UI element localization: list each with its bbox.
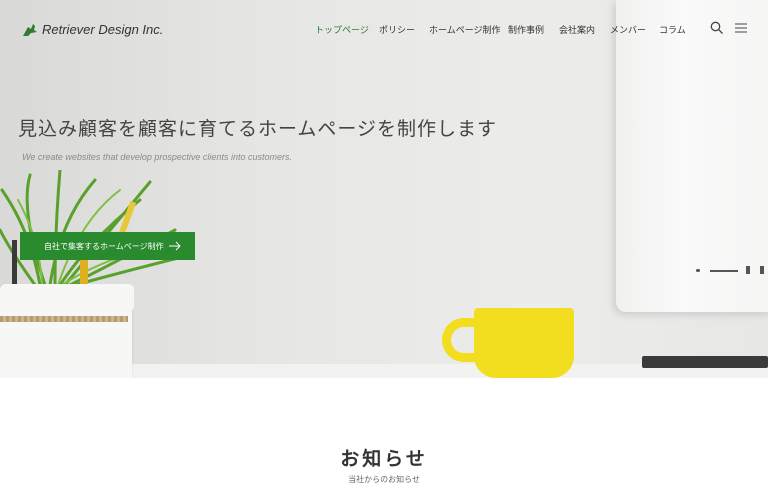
nav-item-web-production[interactable]: ホームページ制作 [429, 23, 501, 36]
plant-pot [0, 284, 132, 378]
nav-item-company[interactable]: 会社案内 [559, 23, 595, 36]
menu-button[interactable] [735, 20, 751, 36]
search-icon [710, 21, 723, 34]
nav-item-top[interactable]: トップページ [315, 23, 369, 36]
cta-button[interactable]: 自社で集客するホームページ制作 [20, 232, 195, 260]
nav-item-works[interactable]: 制作事例 [508, 23, 544, 36]
hero-headline: 見込み顧客を顧客に育てるホームページを制作します [18, 118, 498, 140]
monitor-port [760, 266, 764, 274]
nav-item-members[interactable]: メンバー [610, 23, 646, 36]
hero-section [0, 0, 768, 378]
monitor-port [696, 269, 700, 272]
news-section-title: お知らせ [340, 448, 428, 470]
main-nav: トップページ ポリシー ホームページ制作 制作事例 会社案内 メンバー コラム [0, 23, 768, 39]
cta-label: 自社で集客するホームページ制作 [44, 241, 164, 251]
monitor-port [746, 266, 750, 274]
search-button[interactable] [710, 20, 726, 36]
monitor-port [710, 270, 738, 272]
nav-item-column[interactable]: コラム [659, 23, 686, 36]
hamburger-menu-icon [735, 23, 747, 33]
nav-item-policy[interactable]: ポリシー [379, 23, 415, 36]
hero-subheadline: We create websites that develop prospect… [22, 152, 292, 162]
pot-twine [0, 316, 128, 322]
yellow-cup-image [474, 308, 574, 378]
plant-image [0, 170, 192, 287]
arrow-right-icon [169, 241, 181, 251]
keyboard-image [642, 356, 768, 368]
monitor-image [616, 0, 768, 312]
